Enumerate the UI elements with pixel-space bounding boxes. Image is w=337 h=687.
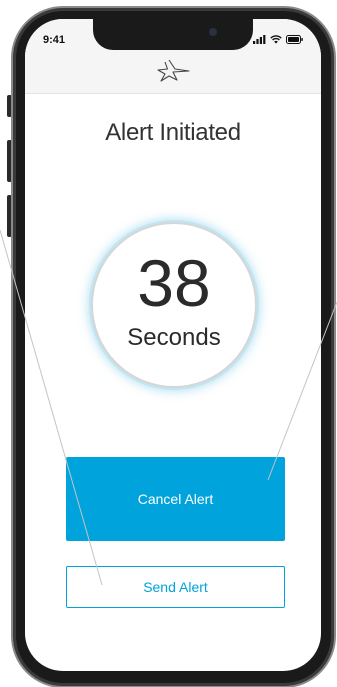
star-logo-icon bbox=[157, 59, 190, 82]
send-alert-button[interactable]: Send Alert bbox=[66, 566, 285, 608]
status-bar: 9:41 bbox=[25, 19, 321, 94]
phone-screen: 9:41 Alert Initiated 38 Seconds Cancel A… bbox=[25, 19, 321, 671]
status-icons bbox=[253, 35, 303, 44]
wifi-icon bbox=[270, 35, 282, 44]
camera-icon bbox=[209, 28, 217, 36]
countdown-ring: 38 Seconds bbox=[91, 222, 257, 388]
status-time: 9:41 bbox=[43, 34, 66, 46]
signal-icon bbox=[253, 35, 266, 44]
battery-icon bbox=[286, 35, 303, 44]
notch bbox=[93, 19, 253, 50]
countdown-value: 38 bbox=[137, 246, 211, 320]
cancel-alert-button[interactable]: Cancel Alert bbox=[66, 457, 285, 541]
page-title: Alert Initiated bbox=[105, 119, 241, 146]
countdown-unit: Seconds bbox=[127, 324, 221, 351]
mockup-stage: 9:41 Alert Initiated 38 Seconds Cancel A… bbox=[0, 0, 337, 687]
